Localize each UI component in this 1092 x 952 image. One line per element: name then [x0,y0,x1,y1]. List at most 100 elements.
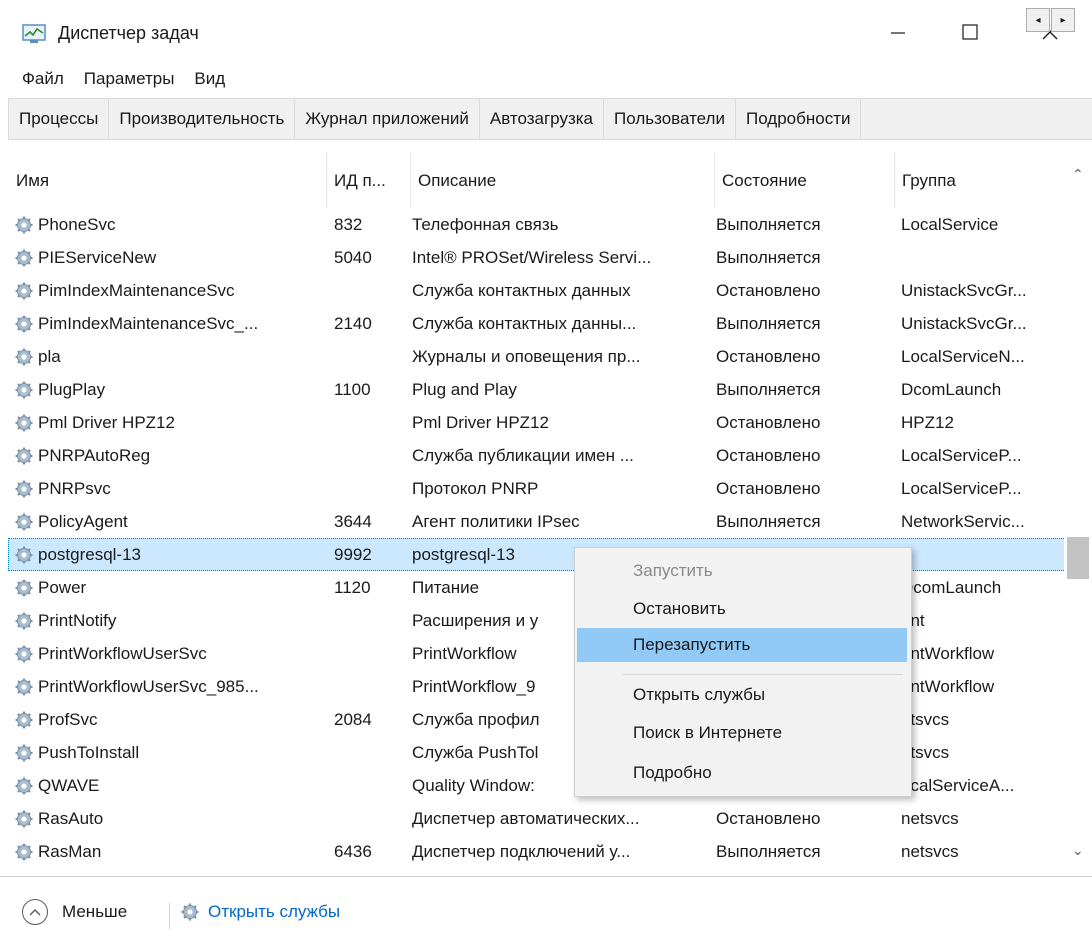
service-status: Выполняется [716,512,821,531]
service-name: postgresql-13 [38,545,142,564]
service-name: PimIndexMaintenanceSvc [38,281,235,300]
table-row[interactable]: PIEServiceNew 5040 Intel® PROSet/Wireless … [8,241,1068,274]
scroll-down-icon[interactable]: ⌄ [1072,842,1084,859]
service-name-cell: PIEServiceNew [14,241,334,274]
context-menu: Запустить Остановить Перезапустить Откры… [574,547,912,797]
context-menu-stop[interactable]: Остановить [577,592,907,626]
table-row[interactable]: PimIndexMaintenanceSvc Служба контактных … [8,274,1068,307]
service-name: PhoneSvc [38,215,116,234]
open-services-link[interactable]: Открыть службы [180,902,340,922]
tab-performance[interactable]: Производительность [109,99,296,139]
service-pid [334,670,409,703]
column-header-group[interactable]: Группа [894,152,1064,208]
context-menu-details[interactable]: Подробно [577,756,907,790]
service-name: PrintWorkflowUserSvc_985... [38,677,259,696]
service-group: UnistackSvcGr... [901,281,1027,300]
service-pid: 832 [334,215,363,234]
service-pid: 6436 [334,842,372,861]
service-name: PolicyAgent [38,512,128,531]
service-group: LocalService [901,215,999,234]
fewer-details-button[interactable]: Меньше [22,899,127,925]
service-group: LocalServiceN... [901,347,1025,366]
scroll-up-icon[interactable]: ⌃ [1072,166,1084,183]
service-gear-icon [15,480,33,497]
table-row[interactable]: pla Журналы и оповещения пр... Остановлено… [8,340,1068,373]
service-name-cell: PolicyAgent [14,505,334,538]
service-name: ProfSvc [38,710,98,729]
footer-divider [169,903,170,929]
service-status: Остановлено [716,809,821,828]
context-menu-separator [623,674,903,675]
context-menu-open-services[interactable]: Открыть службы [577,678,907,712]
menu-options[interactable]: Параметры [74,69,185,89]
tab-scroll-left-button[interactable]: ◂ [1026,8,1050,32]
tab-app-history[interactable]: Журнал приложений [295,99,480,139]
service-name: RasMan [38,842,102,861]
table-row[interactable]: PNRPAutoReg Служба публикации имен ... Ост… [8,439,1068,472]
service-group: etsvcs [901,743,950,762]
menu-view[interactable]: Вид [184,69,235,89]
service-group: DcomLaunch [901,380,1002,399]
service-name-cell: Power [14,571,334,604]
table-row[interactable]: RasMan 6436 Диспетчер подключений у... Выпо… [8,835,1068,862]
tab-scroll-right-button[interactable]: ▸ [1051,8,1075,32]
service-status: Выполняется [716,215,821,234]
services-table: ^ Имя ИД п... Описание Состояние Группа … [8,152,1092,862]
tab-startup[interactable]: Автозагрузка [479,99,605,139]
service-pid [334,439,409,472]
context-menu-start[interactable]: Запустить [577,554,907,588]
service-gear-icon [15,447,33,464]
service-name-cell: RasMan [14,835,334,862]
maximize-button[interactable] [940,8,1000,56]
service-group: LocalServiceP... [901,446,1022,465]
title-bar: Диспетчер задач [0,0,1092,64]
service-pid [334,340,409,373]
tab-users[interactable]: Пользователи [604,99,736,139]
table-row[interactable]: PNRPsvc Протокол PNRP Остановлено LocalServ… [8,472,1068,505]
service-status: Выполняется [716,314,821,333]
service-gear-icon [15,513,33,530]
table-row[interactable]: RasAuto Диспетчер автоматических... Остано… [8,802,1068,835]
tab-strip: Процессы Производительность Журнал прило… [8,98,1092,140]
minimize-button[interactable] [868,8,928,56]
vertical-scrollbar[interactable]: ⌃ ⌄ [1064,152,1092,872]
context-menu-restart[interactable]: Перезапустить [577,628,907,662]
table-row[interactable]: PolicyAgent 3644 Агент политики IPsec Выпол… [8,505,1068,538]
menu-file[interactable]: Файл [0,69,74,89]
context-menu-search-online[interactable]: Поиск в Интернете [577,716,907,750]
table-row[interactable]: PhoneSvc 832 Телефонная связь Выполняется Lo… [8,208,1068,241]
service-description: Диспетчер подключений у... [412,842,631,861]
column-header-name[interactable]: ^ Имя [8,152,327,208]
service-status: Остановлено [716,281,821,300]
window-title: Диспетчер задач [58,23,199,43]
service-group: rintWorkflow [901,677,995,696]
column-header-description[interactable]: Описание [410,152,715,208]
service-pid [334,604,409,637]
service-pid: 3644 [334,512,372,531]
service-description: Агент политики IPsec [412,512,580,531]
table-row[interactable]: PlugPlay 1100 Plug and Play Выполняется Dcom… [8,373,1068,406]
service-name: QWAVE [38,776,100,795]
table-row[interactable]: Pml Driver HPZ12 Pml Driver HPZ12 Остановл… [8,406,1068,439]
table-header: ^ Имя ИД п... Описание Состояние Группа [8,152,1092,208]
tab-details[interactable]: Подробности [735,99,862,139]
service-name: RasAuto [38,809,104,828]
scrollbar-thumb[interactable] [1067,537,1089,579]
service-status: Выполняется [716,842,821,861]
table-row[interactable]: PimIndexMaintenanceSvc_... 2140 Служба кон… [8,307,1068,340]
service-name: pla [38,347,61,366]
service-description: Служба контактных данных [412,281,631,300]
column-header-pid[interactable]: ИД п... [326,152,411,208]
service-group [901,241,1061,274]
service-group: HPZ12 [901,413,954,432]
service-gear-icon [15,711,33,728]
column-header-status[interactable]: Состояние [714,152,895,208]
tab-processes[interactable]: Процессы [8,99,110,139]
service-group: etsvcs [901,710,950,729]
service-name-cell: QWAVE [14,769,334,802]
service-gear-icon [15,744,33,761]
service-group: netsvcs [901,809,959,828]
service-name-cell: PushToInstall [14,736,334,769]
service-gear-icon [15,810,33,827]
service-pid [334,472,409,505]
